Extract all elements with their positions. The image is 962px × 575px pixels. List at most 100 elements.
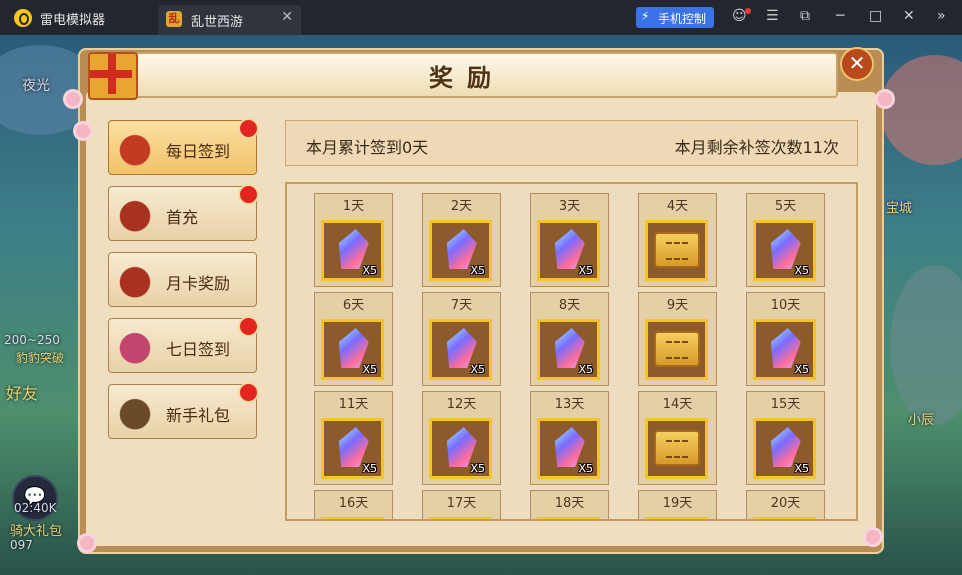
bg-text: 骑大礼包 bbox=[10, 524, 63, 539]
day-cell[interactable]: 15天 X5 bbox=[746, 391, 825, 485]
reward-quantity: X5 bbox=[578, 264, 593, 277]
day-label: 14天 bbox=[662, 397, 693, 412]
emulator-titlebar: 雷电模拟器 乱 乱世西游 ✕ ⚡ 手机控制 ☺ ☰ ⧉ ─ □ ✕ » bbox=[0, 0, 962, 35]
panel-close-button[interactable]: ✕ bbox=[840, 47, 874, 81]
reward-slot: X5 bbox=[753, 418, 816, 479]
bg-text: 200~250 bbox=[4, 333, 60, 347]
day-label: 18天 bbox=[554, 496, 585, 511]
day-cell[interactable]: 2天 X5 bbox=[422, 193, 501, 287]
day-cell[interactable]: 10天 X5 bbox=[746, 292, 825, 386]
day-label: 17天 bbox=[446, 496, 477, 511]
reward-slot: X5 bbox=[753, 517, 816, 519]
reward-slot bbox=[645, 418, 708, 479]
day-label: 10天 bbox=[770, 298, 801, 313]
day-cell[interactable]: 3天 X5 bbox=[530, 193, 609, 287]
day-label: 12天 bbox=[446, 397, 477, 412]
reward-quantity: X5 bbox=[362, 462, 377, 475]
reward-quantity: X5 bbox=[578, 462, 593, 475]
menu-item[interactable]: 月卡奖励 bbox=[108, 252, 257, 307]
day-cell[interactable]: 19天 bbox=[638, 490, 717, 519]
flower-decoration bbox=[80, 536, 94, 550]
reward-slot: X5 bbox=[537, 418, 600, 479]
reward-slot bbox=[645, 319, 708, 380]
app-logo-icon bbox=[14, 9, 32, 27]
reward-quantity: X5 bbox=[362, 264, 377, 277]
day-cell[interactable]: 16天 X5 bbox=[314, 490, 393, 519]
crystal-gem-icon bbox=[551, 427, 587, 467]
flower-decoration bbox=[866, 530, 880, 544]
flower-decoration bbox=[66, 92, 80, 106]
gift-box-icon bbox=[88, 52, 138, 100]
maximize-icon[interactable]: □ bbox=[869, 8, 882, 24]
app-name: 雷电模拟器 bbox=[40, 13, 106, 28]
menu-item-icon bbox=[113, 126, 157, 170]
day-cell[interactable]: 11天 X5 bbox=[314, 391, 393, 485]
day-label: 3天 bbox=[558, 199, 581, 214]
reward-slot bbox=[645, 517, 708, 519]
menu-item[interactable]: 每日签到 bbox=[108, 118, 259, 175]
crystal-gem-icon bbox=[551, 229, 587, 269]
menu-item-label: 每日签到 bbox=[166, 142, 231, 161]
reward-slot bbox=[645, 220, 708, 281]
background-decor bbox=[890, 265, 962, 425]
reward-slot: X5 bbox=[429, 517, 492, 519]
day-label: 5天 bbox=[774, 199, 797, 214]
scroll-icon bbox=[654, 232, 700, 268]
day-label: 16天 bbox=[338, 496, 369, 511]
scroll-icon bbox=[654, 331, 700, 367]
bg-text: 宝城 bbox=[886, 201, 913, 216]
bg-text: 02:40K bbox=[14, 501, 57, 515]
day-cell[interactable]: 4天 bbox=[638, 193, 717, 287]
menu-item[interactable]: 新手礼包 bbox=[108, 382, 259, 439]
day-cell[interactable]: 17天 X5 bbox=[422, 490, 501, 519]
day-cell[interactable]: 6天 X5 bbox=[314, 292, 393, 386]
crystal-gem-icon bbox=[335, 328, 371, 368]
tab-close-icon[interactable]: ✕ bbox=[281, 9, 293, 25]
tab-game[interactable]: 乱 乱世西游 ✕ bbox=[158, 5, 301, 35]
menu-item[interactable]: 首充 bbox=[108, 184, 259, 241]
crystal-gem-icon bbox=[551, 328, 587, 368]
popout-icon[interactable]: ⧉ bbox=[800, 8, 810, 24]
daily-reward-grid: 1天 X5 2天 X5 3天 X5 4天 5天 X5 6天 X5 7天 X5 8天 X5 9天 10天 X5 11天… bbox=[285, 182, 858, 521]
day-cell[interactable]: 18天 X5 bbox=[530, 490, 609, 519]
panel-title: 奖励 bbox=[429, 64, 505, 92]
day-cell[interactable]: 9天 bbox=[638, 292, 717, 386]
minimize-icon[interactable]: ─ bbox=[836, 8, 844, 24]
reward-quantity: X5 bbox=[794, 363, 809, 376]
notification-badge bbox=[238, 382, 259, 403]
menu-item-icon bbox=[113, 390, 157, 434]
day-cell[interactable]: 5天 X5 bbox=[746, 193, 825, 287]
menu-item-icon bbox=[113, 324, 157, 368]
phone-control-button[interactable]: ⚡ 手机控制 bbox=[636, 7, 714, 28]
bg-text: 好友 bbox=[6, 384, 39, 403]
day-cell[interactable]: 13天 X5 bbox=[530, 391, 609, 485]
day-label: 11天 bbox=[338, 397, 369, 412]
reward-slot: X5 bbox=[321, 319, 384, 380]
day-cell[interactable]: 14天 bbox=[638, 391, 717, 485]
close-window-icon[interactable]: ✕ bbox=[903, 8, 915, 24]
day-cell[interactable]: 1天 X5 bbox=[314, 193, 393, 287]
reward-quantity: X5 bbox=[470, 264, 485, 277]
reward-slot: X5 bbox=[537, 517, 600, 519]
reward-quantity: X5 bbox=[794, 264, 809, 277]
panel-header: 奖励 bbox=[96, 52, 838, 98]
notification-badge bbox=[238, 316, 259, 337]
day-cell[interactable]: 12天 X5 bbox=[422, 391, 501, 485]
day-cell[interactable]: 8天 X5 bbox=[530, 292, 609, 386]
reward-quantity: X5 bbox=[470, 462, 485, 475]
day-cell[interactable]: 7天 X5 bbox=[422, 292, 501, 386]
menu-item-icon bbox=[113, 192, 157, 236]
reward-slot: X5 bbox=[537, 319, 600, 380]
makeup-count-text: 本月剩余补签次数11次 bbox=[674, 138, 839, 157]
flower-decoration bbox=[76, 124, 90, 138]
day-cell[interactable]: 20天 X5 bbox=[746, 490, 825, 519]
crystal-gem-icon bbox=[443, 328, 479, 368]
expand-sidebar-icon[interactable]: » bbox=[937, 8, 946, 24]
day-label: 1天 bbox=[342, 199, 365, 214]
notification-dot bbox=[745, 8, 751, 14]
reward-slot: X5 bbox=[429, 220, 492, 281]
reward-quantity: X5 bbox=[794, 462, 809, 475]
reward-slot: X5 bbox=[429, 418, 492, 479]
menu-icon[interactable]: ☰ bbox=[766, 8, 779, 24]
menu-item[interactable]: 七日签到 bbox=[108, 316, 259, 373]
